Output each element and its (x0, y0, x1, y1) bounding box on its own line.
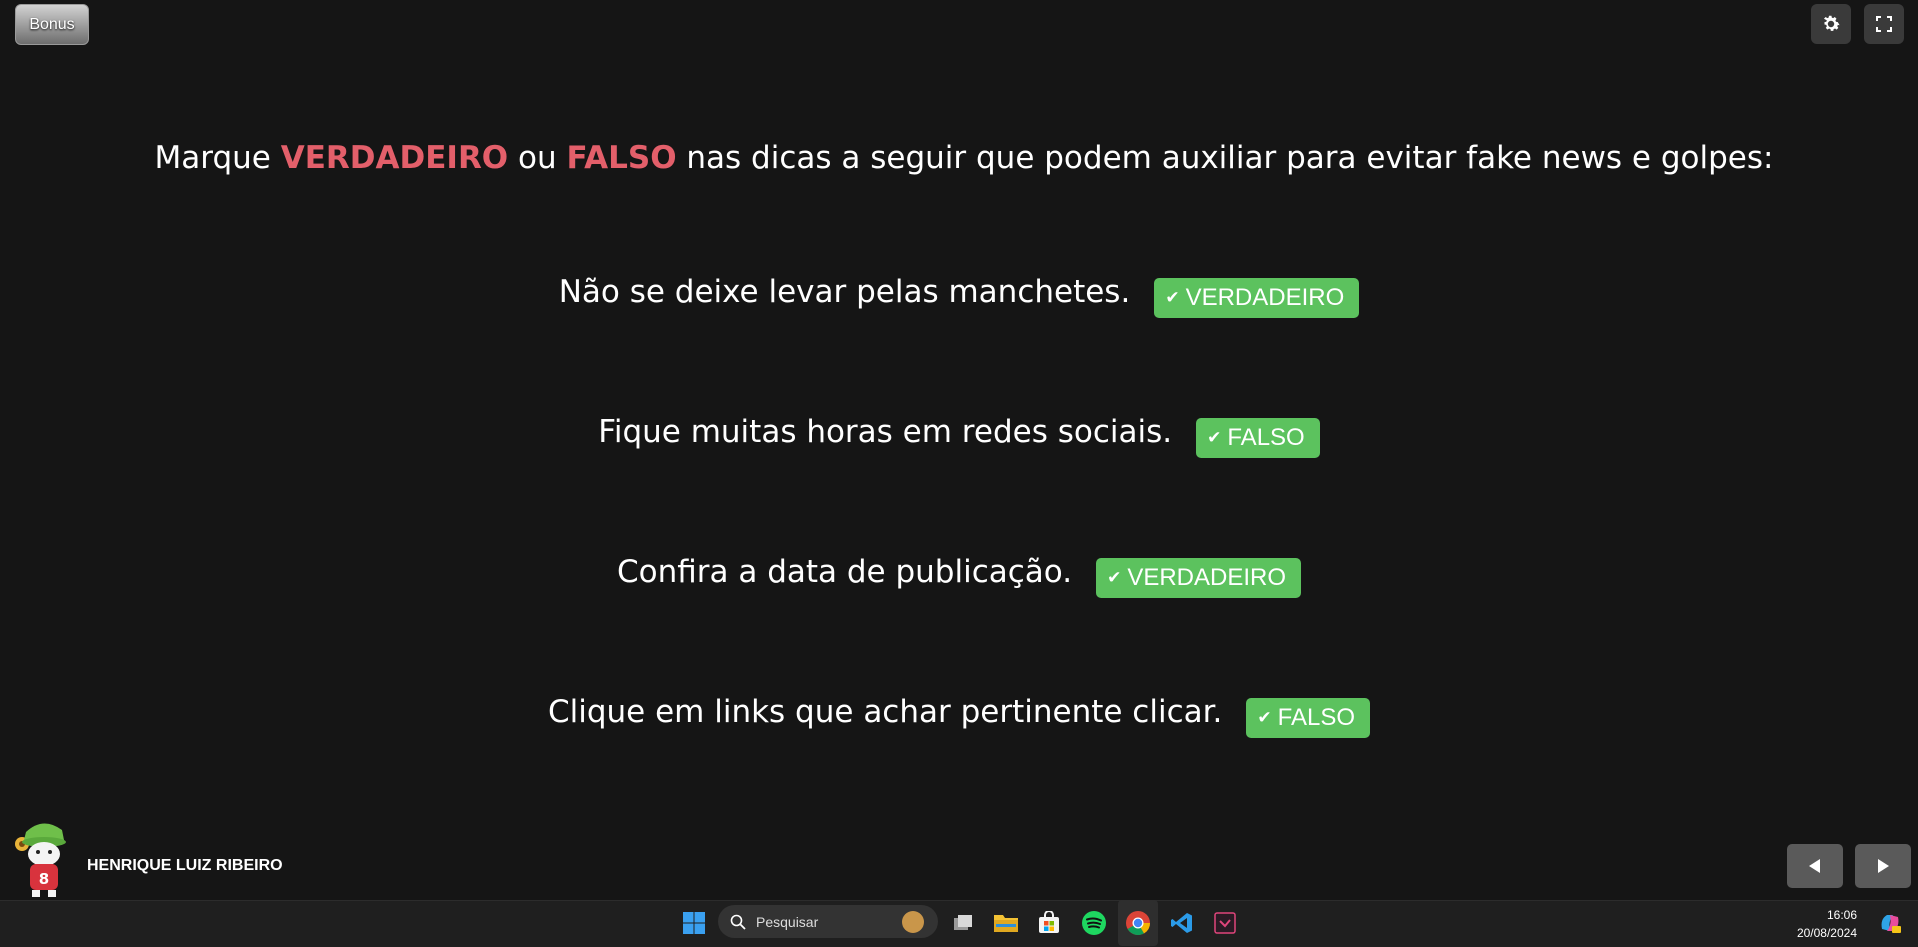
arrow-right-icon (1878, 859, 1889, 873)
fullscreen-button[interactable] (1864, 4, 1904, 44)
question-title: Marque VERDADEIRO ou FALSO nas dicas a s… (0, 140, 1918, 176)
answer-badge[interactable]: ✔ FALSO (1246, 698, 1370, 738)
answer-label: VERDADEIRO (1127, 564, 1287, 591)
item-statement: Não se deixe levar pelas manchetes. (558, 274, 1131, 310)
option-false-label: FALSO (566, 140, 677, 176)
check-icon: ✔ (1165, 288, 1180, 307)
next-button[interactable] (1855, 844, 1911, 888)
item-statement: Clique em links que achar pertinente cli… (547, 694, 1223, 730)
bonus-button[interactable]: Bonus (15, 4, 89, 45)
question-middle: ou (508, 140, 567, 176)
list-item: Clique em links que achar pertinente cli… (0, 692, 1918, 738)
question-suffix: nas dicas a seguir que podem auxiliar pa… (676, 140, 1774, 176)
search-icon (730, 914, 746, 930)
item-statement: Confira a data de publicação. (616, 554, 1073, 590)
option-true-label: VERDADEIRO (280, 140, 509, 176)
check-icon: ✔ (1107, 568, 1122, 587)
check-icon: ✔ (1207, 428, 1222, 447)
clock-date: 20/08/2024 (1796, 926, 1857, 940)
search-placeholder: Pesquisar (756, 913, 819, 930)
svg-text:8: 8 (39, 870, 49, 888)
previous-button[interactable] (1787, 844, 1843, 888)
gear-icon (1823, 15, 1840, 31)
taskbar-search-input[interactable]: Pesquisar (718, 905, 938, 938)
list-item: Não se deixe levar pelas manchetes. ✔ VER… (0, 272, 1918, 318)
copilot-icon[interactable] (1873, 900, 1907, 946)
spotify-icon[interactable] (1077, 900, 1111, 946)
app-icon[interactable] (1208, 900, 1242, 946)
answer-badge[interactable]: ✔ FALSO (1196, 418, 1320, 458)
question-prefix: Marque (154, 140, 281, 176)
chrome-icon[interactable] (1118, 900, 1158, 946)
settings-button[interactable] (1811, 4, 1851, 44)
list-item: Confira a data de publicação. ✔ VERDADEIR… (0, 552, 1918, 598)
list-item: Fique muitas horas em redes sociais. ✔ FA… (0, 412, 1918, 458)
answer-label: VERDADEIRO (1185, 284, 1345, 311)
search-highlight-icon (902, 911, 924, 933)
check-icon: ✔ (1257, 708, 1272, 727)
item-statement: Fique muitas horas em redes sociais. (598, 414, 1173, 450)
file-explorer-icon[interactable] (989, 900, 1023, 946)
vscode-icon[interactable] (1165, 900, 1199, 946)
clock-time: 16:06 (1826, 908, 1857, 922)
arrow-left-icon (1809, 859, 1820, 873)
task-view-icon[interactable] (946, 900, 980, 946)
answer-label: FALSO (1277, 704, 1355, 731)
answer-label: FALSO (1227, 424, 1305, 451)
taskbar-clock[interactable]: 16:06 20/08/2024 (1797, 906, 1857, 942)
answer-badge[interactable]: ✔ VERDADEIRO (1154, 278, 1360, 318)
store-icon[interactable] (1032, 900, 1066, 946)
author-name: HENRIQUE LUIZ RIBEIRO (87, 857, 283, 874)
windows-start-icon[interactable] (678, 900, 710, 946)
avatar: 8 (10, 818, 72, 898)
fullscreen-icon (1876, 16, 1892, 32)
answer-badge[interactable]: ✔ VERDADEIRO (1096, 558, 1302, 598)
